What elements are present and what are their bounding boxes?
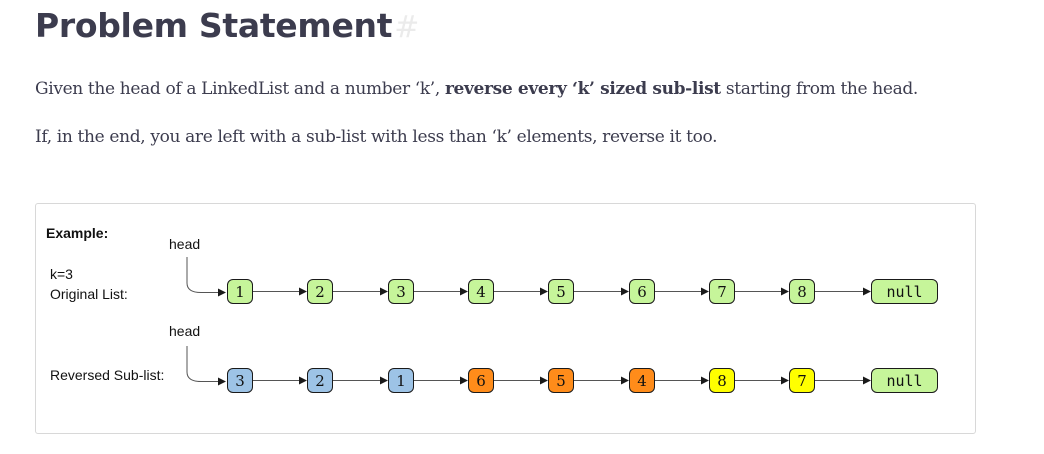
problem-description: Given the head of a LinkedList and a num… <box>35 79 918 99</box>
reversed-node-6: 6 <box>468 368 494 393</box>
original-node-4: 4 <box>468 279 494 304</box>
original-node-1: 1 <box>227 279 253 304</box>
reversed-node-7: 7 <box>789 368 815 393</box>
example-heading: Example: <box>46 225 109 241</box>
original-node-3: 3 <box>388 279 414 304</box>
description-part-2: starting from the head. <box>720 79 918 99</box>
original-node-null: null <box>871 279 938 304</box>
page-title: Problem Statement# <box>35 6 419 45</box>
description-emphasis: reverse every ‘k’ sized sub-list <box>444 79 721 99</box>
reversed-head-pointer-arrow <box>186 346 226 386</box>
original-node-2: 2 <box>307 279 333 304</box>
reversed-node-2: 2 <box>307 368 333 393</box>
k-label: k=3 <box>50 266 73 282</box>
description-part-1: Given the head of a LinkedList and a num… <box>35 79 445 99</box>
reversed-list-label: Reversed Sub-list: <box>50 367 165 383</box>
original-node-5: 5 <box>548 279 574 304</box>
original-node-6: 6 <box>629 279 655 304</box>
head-label-reversed: head <box>169 323 201 339</box>
reversed-node-null: null <box>871 368 938 393</box>
original-head-pointer-arrow <box>186 257 226 297</box>
reversed-node-5: 5 <box>548 368 574 393</box>
original-list-label: Original List: <box>50 286 128 302</box>
original-node-7: 7 <box>709 279 735 304</box>
reversed-node-1: 1 <box>388 368 414 393</box>
problem-note: If, in the end, you are left with a sub-… <box>35 127 718 147</box>
reversed-node-3: 3 <box>227 368 253 393</box>
example-box: Example: head k=3 Original List: head Re… <box>35 203 976 434</box>
anchor-link-icon[interactable]: # <box>394 10 419 45</box>
reversed-node-4: 4 <box>629 368 655 393</box>
original-node-8: 8 <box>789 279 815 304</box>
head-label-original: head <box>169 236 201 252</box>
page-title-text: Problem Statement <box>35 6 393 45</box>
reversed-node-8: 8 <box>709 368 735 393</box>
